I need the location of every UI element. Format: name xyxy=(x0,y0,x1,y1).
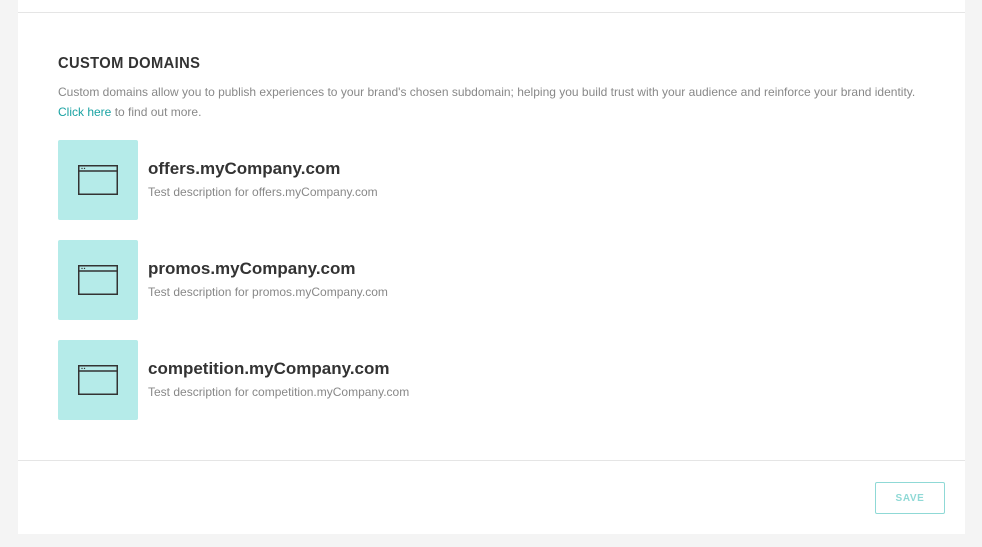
domain-description: Test description for promos.myCompany.co… xyxy=(148,285,388,299)
section-description: Custom domains allow you to publish expe… xyxy=(58,82,948,122)
browser-window-icon xyxy=(78,165,118,195)
domain-thumbnail xyxy=(58,240,138,320)
footer-divider xyxy=(18,460,965,461)
click-here-link[interactable]: Click here xyxy=(58,105,111,119)
browser-window-icon xyxy=(78,265,118,295)
save-button[interactable]: SAVE xyxy=(875,482,945,514)
previous-section-card xyxy=(18,0,965,13)
domain-description: Test description for competition.myCompa… xyxy=(148,385,410,399)
domain-name: offers.myCompany.com xyxy=(148,159,341,178)
domain-description: Test description for offers.myCompany.co… xyxy=(148,185,378,199)
domain-thumbnail xyxy=(58,140,138,220)
domain-name: competition.myCompany.com xyxy=(148,359,390,378)
domain-thumbnail xyxy=(58,340,138,420)
domain-name: promos.myCompany.com xyxy=(148,259,356,278)
custom-domains-card: CUSTOM DOMAINS Custom domains allow you … xyxy=(18,13,965,534)
description-text: Custom domains allow you to publish expe… xyxy=(58,85,916,99)
section-title: CUSTOM DOMAINS xyxy=(58,55,201,72)
browser-window-icon xyxy=(78,365,118,395)
description-link-suffix: to find out more. xyxy=(111,105,202,119)
